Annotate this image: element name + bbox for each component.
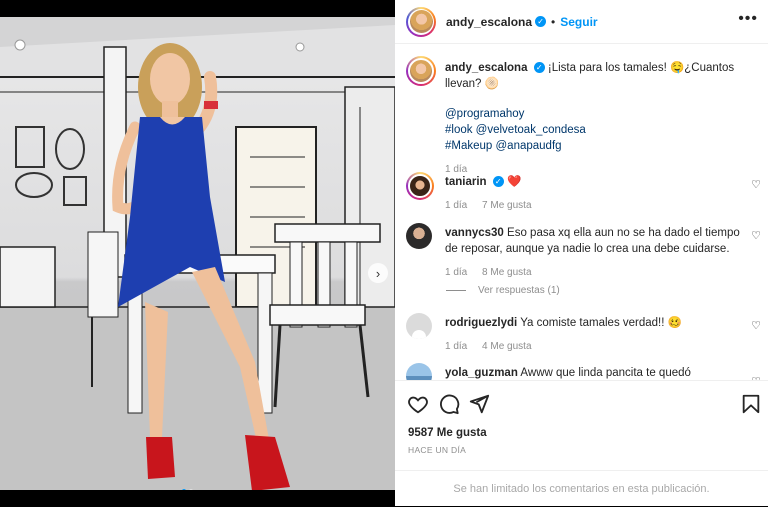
heart-icon[interactable]: ♡ [751,178,761,191]
comment-text: Ya comiste tamales verdad!! 🥴 [520,317,682,329]
carousel-dot [189,489,193,490]
carousel-dots [182,489,193,490]
follow-button[interactable]: Seguir [560,15,597,29]
post-header: andy_escalona ✓ • Seguir ••• [395,0,768,44]
author-username[interactable]: andy_escalona [446,15,532,29]
comment-text: ❤️ [506,176,522,188]
set-background [0,17,395,490]
post-modal: › andy_escalona ✓ • Seguir ••• andy_esca… [0,0,768,506]
comment-username[interactable]: taniarin [445,176,487,188]
caption-line-mention[interactable]: @programahoy [445,106,740,122]
comment-username[interactable]: vannycs30 [445,227,504,239]
heart-icon[interactable] [407,393,429,415]
verified-icon: ✓ [533,62,545,74]
post-actions: 9587 Me gusta HACE UN DÍA Se han limitad… [395,380,768,506]
comment-time[interactable]: 1 día [445,200,467,211]
comment-likes[interactable]: 7 Me gusta [482,200,531,211]
heart-icon[interactable]: ♡ [751,319,761,332]
comments-limited-notice: Se han limitado los comentarios en esta … [395,470,768,507]
comment-likes[interactable]: 8 Me gusta [482,267,531,278]
bookmark-icon[interactable] [740,393,762,415]
author-avatar[interactable] [406,6,436,37]
post-photo[interactable]: › [0,17,395,490]
comment-avatar[interactable] [406,363,432,380]
comment-icon[interactable] [438,393,460,415]
view-replies-button[interactable]: Ver respuestas (1) [446,285,560,296]
post-time-ago[interactable]: HACE UN DÍA [408,445,466,455]
separator-dot: • [551,14,556,29]
comment-avatar[interactable] [406,223,432,249]
caption-line-makeup[interactable]: #Makeup @anapaudfg [445,138,740,154]
likes-count[interactable]: 9587 Me gusta [408,427,487,439]
share-icon[interactable] [468,393,490,415]
comment-avatar[interactable] [406,313,432,339]
next-arrow-icon[interactable]: › [368,263,388,283]
more-options-icon[interactable]: ••• [738,10,758,28]
caption-avatar[interactable] [406,56,436,86]
heart-icon[interactable]: ♡ [751,229,761,242]
caption-line-look[interactable]: #look @velvetoak_condesa [445,122,740,138]
comment-time[interactable]: 1 día [445,341,467,352]
verified-icon: ✓ [492,176,504,188]
comment-username[interactable]: yola_guzman [445,367,518,379]
view-replies-label[interactable]: Ver respuestas (1) [478,285,560,296]
comment-time[interactable]: 1 día [445,267,467,278]
comment-text: Awww que linda pancita te quedó [520,367,691,379]
comment-likes[interactable]: 4 Me gusta [482,341,531,352]
comment-username[interactable]: rodriguezlydi [445,317,517,329]
comment-avatar[interactable] [406,172,434,200]
post-side-panel: andy_escalona ✓ • Seguir ••• andy_escalo… [395,0,768,506]
caption-username[interactable]: andy_escalona [445,62,527,74]
verified-icon: ✓ [535,16,547,27]
comments-list[interactable]: andy_escalona ✓ ¡Lista para los tamales!… [395,45,768,380]
carousel-dot-active [182,489,186,490]
